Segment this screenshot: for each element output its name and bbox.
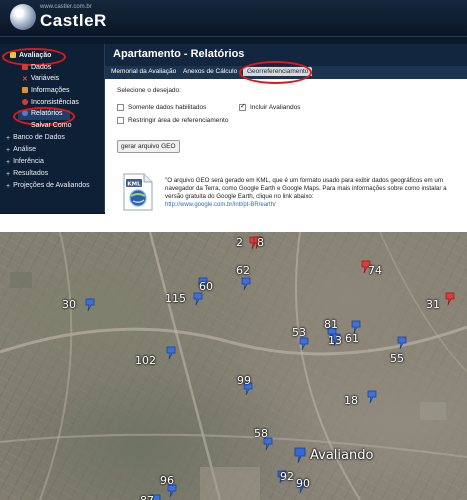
restringir-area-checkbox[interactable] bbox=[117, 117, 124, 124]
logo-url: www.castler.com.br bbox=[40, 4, 92, 10]
map-pin-115-icon[interactable] bbox=[192, 292, 204, 306]
map-pin-label: 92 bbox=[280, 470, 294, 483]
map-pin-label: 81 bbox=[324, 318, 338, 331]
sidebar-item-informacoes[interactable]: Informações bbox=[22, 87, 70, 94]
map-pin-label: 87 bbox=[140, 494, 154, 500]
map-pin-102-icon[interactable] bbox=[165, 346, 177, 360]
map-pin-label: 53 bbox=[292, 326, 306, 339]
app-header: www.castler.com.br CastleR bbox=[0, 0, 467, 37]
app-window: www.castler.com.br CastleR Avaliação Dad… bbox=[0, 0, 467, 214]
map-pin-label: 18 bbox=[344, 394, 358, 407]
info-icon bbox=[22, 87, 28, 93]
sidebar-item-projecoes-de-avaliandos[interactable]: + Projeções de Avaliandos bbox=[6, 182, 90, 190]
somente-dados-habilitados-checkbox[interactable] bbox=[117, 104, 124, 111]
incluir-avaliandos-label: Incluir Avaliandos bbox=[250, 104, 301, 111]
google-earth-link[interactable]: http://www.google.com.br/intl/pt-BR/eart… bbox=[165, 202, 276, 208]
map-pin-18-icon[interactable] bbox=[366, 390, 378, 404]
castler-logo-icon bbox=[10, 4, 36, 30]
map-pin-label: 8 bbox=[257, 236, 264, 249]
selection-prompt: Selecione o desejado: bbox=[117, 87, 181, 94]
sidebar-item-salvar-como[interactable]: Salvar Como bbox=[22, 122, 71, 129]
map-pin-label: 13 bbox=[328, 334, 342, 347]
plus-icon: + bbox=[6, 183, 11, 190]
map-roads bbox=[0, 232, 467, 500]
map-pin-label: 30 bbox=[62, 298, 76, 311]
map-pin-label: 115 bbox=[165, 292, 186, 305]
google-earth-map[interactable]: 2 8 74 31 62 60 115 30 53 81 13 61 55 102 99 18 58 96 92 90… bbox=[0, 232, 467, 500]
map-pin-label: 90 bbox=[296, 477, 310, 490]
logo-name: CastleR bbox=[40, 11, 107, 30]
map-pin-label: 61 bbox=[345, 332, 359, 345]
gerar-arquivo-geo-button[interactable]: gerar arquivo GEO bbox=[117, 140, 180, 153]
map-pin-31-icon[interactable] bbox=[444, 292, 456, 306]
sidebar-item-banco-de-dados[interactable]: + Banco de Dados bbox=[6, 134, 65, 142]
tab-anexos-de-calculo[interactable]: Anexos de Cálculo bbox=[183, 68, 237, 75]
x-icon: ✕ bbox=[22, 76, 28, 83]
georreferenciamento-highlight-ellipse bbox=[239, 61, 312, 84]
map-pin-label: 74 bbox=[368, 264, 382, 277]
kml-badge-text: KML bbox=[127, 182, 141, 188]
map-pin-label: 31 bbox=[426, 298, 440, 311]
map-pin-label: 102 bbox=[135, 354, 156, 367]
plus-icon: + bbox=[6, 171, 11, 178]
map-pin-label: 58 bbox=[254, 427, 268, 440]
tab-memorial-da-avaliacao[interactable]: Memorial da Avaliação bbox=[111, 68, 176, 75]
sidebar-item-variaveis[interactable]: ✕ Variáveis bbox=[22, 75, 59, 83]
map-pin-62-icon[interactable] bbox=[240, 277, 252, 291]
avaliando-pin-icon[interactable] bbox=[292, 446, 308, 464]
sidebar-item-analise[interactable]: + Análise bbox=[6, 146, 36, 154]
plus-icon: + bbox=[6, 147, 11, 154]
map-pin-label: 2 bbox=[236, 236, 243, 249]
kml-info-text: "O arquivo GEO será gerado em KML, que é… bbox=[165, 177, 447, 200]
kml-file-icon: KML bbox=[123, 173, 153, 211]
map-pin-55-icon[interactable] bbox=[396, 336, 408, 350]
page-title: Apartamento - Relatórios bbox=[113, 48, 245, 60]
restringir-area-label: Restringir área de referenciamento bbox=[128, 117, 229, 124]
somente-dados-habilitados-label: Somente dados habilitados bbox=[128, 104, 207, 111]
map-pin-53-icon[interactable] bbox=[298, 337, 310, 351]
main-content: Apartamento - Relatórios Memorial da Ava… bbox=[105, 44, 467, 214]
map-pin-label: 96 bbox=[160, 474, 174, 487]
sidebar-item-dados[interactable]: Dados bbox=[22, 64, 51, 71]
map-pin-label: 99 bbox=[237, 374, 251, 387]
plus-icon: + bbox=[6, 135, 11, 142]
map-pin-label: 62 bbox=[236, 264, 250, 277]
map-pin-30-icon[interactable] bbox=[84, 298, 96, 312]
sidebar: Avaliação Dados ✕ Variáveis Informações I… bbox=[0, 44, 105, 212]
map-pin-label: 55 bbox=[390, 352, 404, 365]
document-icon bbox=[22, 64, 28, 70]
avaliando-label: Avaliando bbox=[310, 448, 374, 463]
plus-icon: + bbox=[6, 159, 11, 166]
incluir-avaliandos-checkbox[interactable] bbox=[239, 102, 246, 111]
sidebar-item-inferencia[interactable]: + Inferência bbox=[6, 158, 44, 166]
warning-icon bbox=[22, 99, 28, 105]
sidebar-item-resultados[interactable]: + Resultados bbox=[6, 170, 48, 178]
sidebar-item-inconsistencias[interactable]: Inconsistências bbox=[22, 99, 79, 106]
